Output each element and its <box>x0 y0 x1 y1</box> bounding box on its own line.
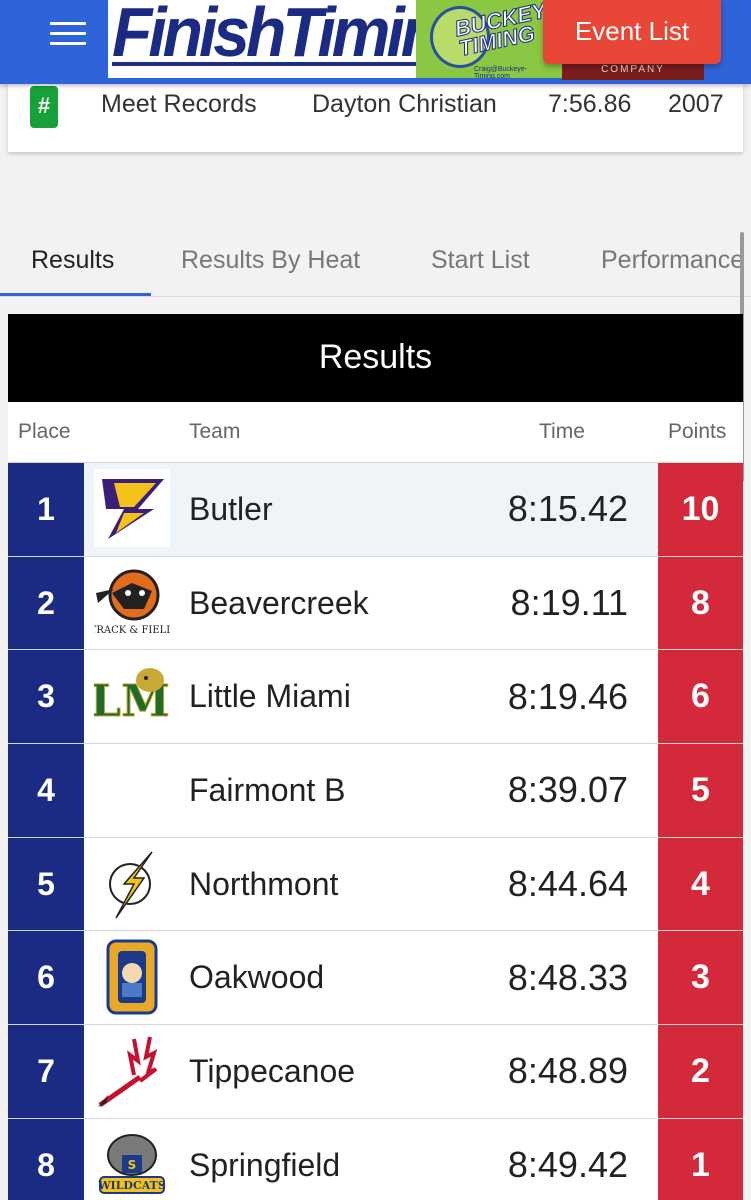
table-row[interactable]: 7 Tippecanoe 8:48.89 2 <box>8 1024 743 1118</box>
finish-timing-logo: FinishTiming BUCKEYE TIMING Craig@Buckey… <box>108 0 562 78</box>
table-row[interactable]: 8 S WILDCATS Springfield 8:49.42 1 <box>8 1117 743 1200</box>
place-cell: 3 <box>8 650 84 744</box>
col-time: Time <box>539 420 585 443</box>
team-name: Northmont <box>189 865 339 902</box>
place-cell: 8 <box>8 1118 84 1200</box>
team-name: Oakwood <box>189 959 325 996</box>
table-row[interactable]: 2 TRACK & FIELD Beavercreek 8:19.11 8 <box>8 555 743 650</box>
butler-logo-icon <box>94 469 170 547</box>
time-cell: 8:19.11 <box>510 582 628 624</box>
oakwood-logo-icon <box>94 937 170 1015</box>
points-cell: 1 <box>658 1118 743 1200</box>
time-cell: 8:44.64 <box>507 863 628 905</box>
table-row[interactable]: 4 Fairmont B 8:39.07 5 <box>8 743 743 837</box>
menu-icon[interactable] <box>50 22 88 46</box>
place-cell: 4 <box>8 744 84 837</box>
team-name: Springfield <box>189 1146 341 1183</box>
svg-text:TRACK & FIELD: TRACK & FIELD <box>94 625 170 636</box>
points-cell: 2 <box>658 1025 743 1118</box>
place-cell: 6 <box>8 931 84 1025</box>
little-miami-logo-icon: LM <box>90 656 170 734</box>
place-cell: 5 <box>8 837 84 931</box>
beavercreek-logo-icon: TRACK & FIELD <box>90 563 174 641</box>
tippecanoe-logo-icon <box>94 1031 170 1109</box>
tab-performance[interactable]: Performance <box>601 246 744 275</box>
team-name: Butler <box>189 490 273 527</box>
time-cell: 8:19.46 <box>507 675 628 717</box>
team-name: Beavercreek <box>189 584 369 621</box>
tab-results-by-heat[interactable]: Results By Heat <box>181 246 360 275</box>
record-year: 2007 <box>668 90 724 118</box>
table-row[interactable]: 3 LM Little Miami 8:19.46 6 <box>8 649 743 744</box>
place-cell: 7 <box>8 1025 84 1118</box>
time-cell: 8:49.42 <box>507 1144 628 1186</box>
points-cell: 5 <box>658 744 743 837</box>
table-row[interactable]: 6 Oakwood 8:48.33 3 <box>8 930 743 1025</box>
place-cell: 1 <box>8 463 84 556</box>
meet-record-card: # Meet Records Dayton Christian 7:56.86 … <box>8 84 743 152</box>
time-cell: 8:39.07 <box>507 769 628 811</box>
column-headers: Place Team Time Points <box>8 402 743 462</box>
partner-email: Craig@Buckeye-Timing.com <box>474 66 528 78</box>
points-cell: 6 <box>658 650 743 744</box>
time-cell: 8:48.33 <box>507 956 628 998</box>
points-cell: 10 <box>658 463 743 556</box>
team-name: Tippecanoe <box>189 1052 356 1089</box>
springfield-logo-icon: S WILDCATS <box>94 1125 170 1200</box>
team-name: Little Miami <box>189 678 351 715</box>
tabs-divider <box>0 296 751 297</box>
table-row[interactable]: 1 Butler 8:15.42 10 <box>8 462 743 556</box>
col-place: Place <box>18 420 71 443</box>
event-list-button[interactable]: Event List <box>543 0 721 64</box>
tab-start-list[interactable]: Start List <box>431 246 530 275</box>
record-label: Meet Records <box>101 90 257 118</box>
results-table: Results Place Team Time Points 1 Butler … <box>8 314 743 1200</box>
place-cell: 2 <box>8 556 84 650</box>
northmont-logo-icon <box>94 844 170 922</box>
results-title: Results <box>8 314 743 402</box>
points-cell: 8 <box>658 556 743 650</box>
time-cell: 8:48.89 <box>507 1050 628 1092</box>
buckeye-timing-logo: BUCKEYE TIMING Craig@Buckeye-Timing.com <box>416 0 562 78</box>
record-school: Dayton Christian <box>312 90 497 118</box>
col-team: Team <box>189 420 241 443</box>
team-name: Fairmont B <box>189 771 346 808</box>
svg-text:S: S <box>128 1158 137 1172</box>
company-label: COMPANY <box>601 64 665 75</box>
col-points: Points <box>668 420 727 443</box>
points-cell: 3 <box>658 931 743 1025</box>
svg-text:WILDCATS: WILDCATS <box>97 1179 166 1192</box>
record-time: 7:56.86 <box>548 90 632 118</box>
tab-results[interactable]: Results <box>31 246 114 275</box>
tab-bar: Results Results By Heat Start List Perfo… <box>0 232 751 297</box>
table-row[interactable]: 5 Northmont 8:44.64 4 <box>8 836 743 931</box>
top-app-bar: FinishTiming BUCKEYE TIMING Craig@Buckey… <box>0 0 751 84</box>
points-cell: 4 <box>658 837 743 931</box>
record-badge: # <box>30 86 58 128</box>
time-cell: 8:15.42 <box>507 488 628 530</box>
